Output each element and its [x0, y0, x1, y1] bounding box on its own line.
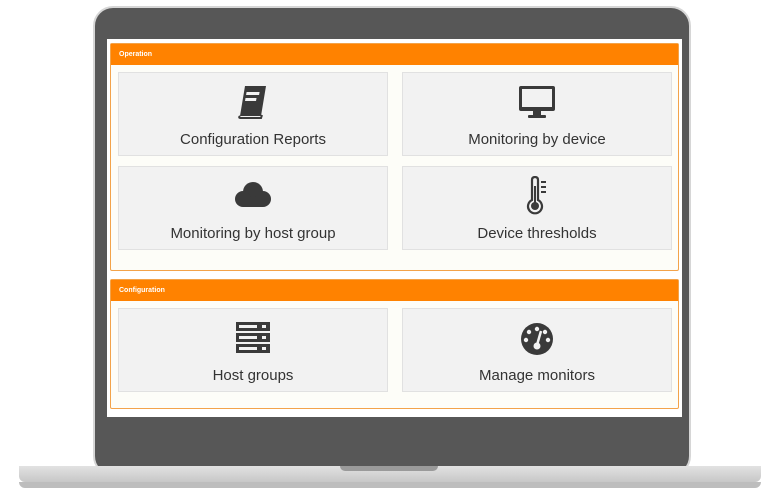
configuration-reports-label: Configuration Reports — [180, 131, 326, 148]
configuration-tile-grid: Host groups Manage monitors — [111, 301, 678, 392]
operation-tile-grid: Configuration Reports Monitoring by devi… — [111, 65, 678, 250]
monitoring-by-device-label: Monitoring by device — [468, 131, 606, 148]
cloud-icon — [233, 177, 273, 215]
manage-monitors-label: Manage monitors — [479, 367, 595, 384]
laptop-base-shadow — [19, 482, 761, 488]
monitoring-by-host-group-tile[interactable]: Monitoring by host group — [118, 166, 388, 250]
configuration-panel: Configuration Host groups Manage monitor… — [110, 279, 679, 409]
operation-panel: Operation Configuration Reports Monitori… — [110, 43, 679, 271]
manage-monitors-tile[interactable]: Manage monitors — [402, 308, 672, 392]
host-groups-label: Host groups — [212, 367, 294, 384]
host-groups-tile[interactable]: Host groups — [118, 308, 388, 392]
monitoring-by-host-group-label: Monitoring by host group — [170, 225, 336, 242]
operation-panel-header: Operation — [111, 44, 678, 65]
book-icon — [236, 83, 270, 121]
configuration-reports-tile[interactable]: Configuration Reports — [118, 72, 388, 156]
server-icon — [235, 319, 271, 357]
thermometer-icon — [524, 176, 550, 215]
monitor-icon — [518, 83, 556, 121]
monitoring-by-device-tile[interactable]: Monitoring by device — [402, 72, 672, 156]
laptop-base-notch — [340, 466, 438, 471]
app-screen: Operation Configuration Reports Monitori… — [107, 39, 682, 417]
device-thresholds-tile[interactable]: Device thresholds — [402, 166, 672, 250]
device-thresholds-label: Device thresholds — [477, 225, 597, 242]
configuration-panel-header: Configuration — [111, 280, 678, 301]
dashboard-gauge-icon — [518, 319, 556, 357]
